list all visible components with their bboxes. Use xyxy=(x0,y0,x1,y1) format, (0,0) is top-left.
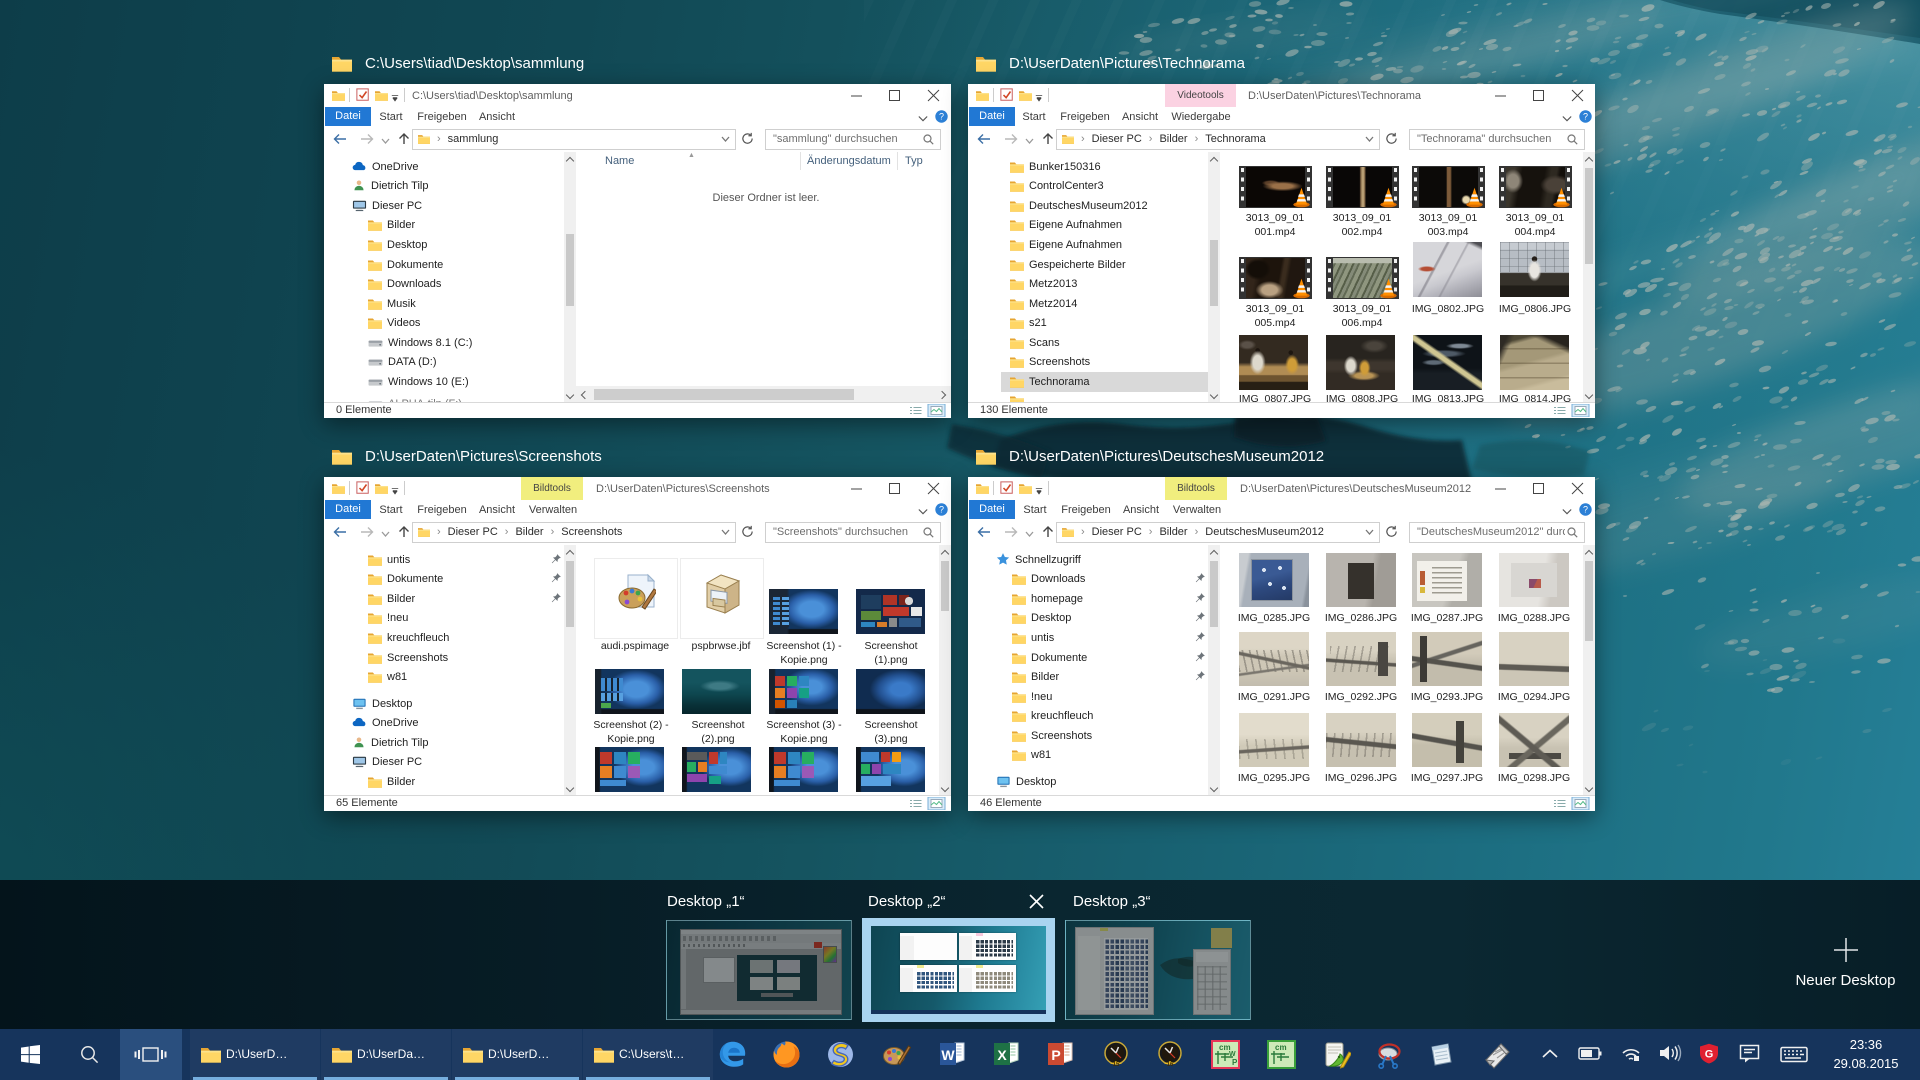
svg-text:P: P xyxy=(1051,1047,1060,1063)
svg-text:cm: cm xyxy=(1275,1043,1287,1052)
svg-text:16: 16 xyxy=(1167,1062,1174,1068)
svg-text:G: G xyxy=(1705,1049,1714,1061)
svg-text:W: W xyxy=(1229,1051,1236,1058)
svg-text:?: ? xyxy=(1583,112,1588,122)
svg-text:P: P xyxy=(1232,1058,1238,1067)
svg-text:W: W xyxy=(941,1047,955,1063)
svg-text:X: X xyxy=(997,1047,1007,1063)
svg-text:?: ? xyxy=(939,505,944,515)
svg-text:?: ? xyxy=(1583,505,1588,515)
svg-text:15: 15 xyxy=(1113,1062,1120,1068)
svg-text:?: ? xyxy=(939,112,944,122)
